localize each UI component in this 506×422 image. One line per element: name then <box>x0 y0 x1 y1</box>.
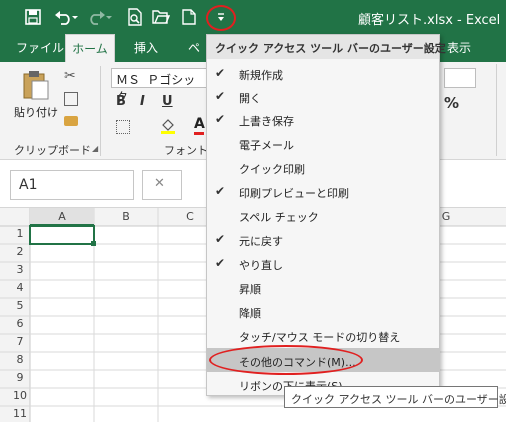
paste-icon[interactable] <box>22 70 50 100</box>
tab-file[interactable]: ファイル <box>16 39 64 56</box>
column-header-a[interactable]: A <box>30 210 94 226</box>
percent-button[interactable]: % <box>444 94 459 112</box>
underline-button[interactable]: U <box>162 94 173 109</box>
check-icon: ✔ <box>215 184 226 198</box>
undo-icon[interactable] <box>52 6 80 28</box>
row-header[interactable]: 1 <box>10 227 30 240</box>
italic-button[interactable]: I <box>140 94 145 109</box>
dialog-launcher-icon[interactable]: ◢ <box>92 144 98 153</box>
check-icon: ✔ <box>215 256 226 270</box>
menu-item-label: 昇順 <box>239 283 261 296</box>
row-header[interactable]: 7 <box>10 335 30 348</box>
menu-item-print-preview[interactable]: ✔ 印刷プレビューと印刷 <box>207 180 439 203</box>
check-icon: ✔ <box>215 112 226 126</box>
clipboard-group-label: クリップボード <box>14 144 91 157</box>
redo-icon[interactable] <box>86 6 114 28</box>
menu-item-sort-ascending[interactable]: 昇順 <box>207 276 439 299</box>
new-icon[interactable] <box>178 6 200 28</box>
menu-item-redo[interactable]: ✔ やり直し <box>207 252 439 275</box>
row-header[interactable]: 3 <box>10 263 30 276</box>
row-header[interactable]: 11 <box>10 407 30 420</box>
copy-icon[interactable] <box>64 92 78 106</box>
menu-item-label: 降順 <box>239 307 261 320</box>
menu-header: クイック アクセス ツール バーのユーザー設定 <box>207 35 446 59</box>
menu-item-label: 開く <box>239 92 261 105</box>
borders-icon[interactable] <box>116 120 130 134</box>
cancel-icon[interactable]: ✕ <box>154 176 165 191</box>
menu-item-label: 印刷プレビューと印刷 <box>239 187 349 200</box>
fill-color-icon[interactable] <box>160 118 176 134</box>
menu-item-touch-mode[interactable]: タッチ/マウス モードの切り替え <box>207 324 439 347</box>
group-divider <box>496 64 497 156</box>
menu-item-label: 元に戻す <box>239 235 283 248</box>
check-icon: ✔ <box>215 232 226 246</box>
group-divider <box>100 66 101 156</box>
menu-item-label: やり直し <box>239 259 283 272</box>
menu-item-quick-print[interactable]: クイック印刷 <box>207 156 439 179</box>
print-preview-icon[interactable] <box>124 6 146 28</box>
font-name-box[interactable]: ＭＳ Ｐゴシック <box>111 68 207 104</box>
row-header[interactable]: 6 <box>10 317 30 330</box>
menu-item-spell-check[interactable]: スペル チェック <box>207 204 439 227</box>
open-icon[interactable] <box>150 6 172 28</box>
tab-page-layout[interactable]: ペ <box>188 39 200 56</box>
title-bar: 顧客リスト.xlsx - Excel <box>0 0 506 34</box>
format-painter-icon[interactable] <box>64 116 78 126</box>
menu-item-open[interactable]: ✔ 開く <box>207 85 439 108</box>
menu-item-label: 上書き保存 <box>239 115 294 128</box>
font-color-swatch <box>194 132 204 135</box>
name-box[interactable]: A1 <box>10 170 134 200</box>
menu-item-label: スペル チェック <box>239 211 319 224</box>
annotation-oval <box>209 345 363 375</box>
row-header[interactable]: 2 <box>10 245 30 258</box>
menu-item-email[interactable]: 電子メール <box>207 132 439 155</box>
tab-insert[interactable]: 挿入 <box>134 39 158 56</box>
font-color-icon[interactable]: A <box>194 116 205 132</box>
document-title: 顧客リスト.xlsx - Excel <box>358 13 501 28</box>
annotation-oval <box>206 5 236 31</box>
tab-home[interactable]: ホーム <box>65 34 115 62</box>
menu-item-label: クイック印刷 <box>239 163 305 176</box>
row-header[interactable]: 8 <box>10 353 30 366</box>
tooltip: クイック アクセス ツール バーのユーザー設定 <box>284 386 506 408</box>
menu-item-new[interactable]: ✔ 新規作成 <box>207 62 439 85</box>
save-icon[interactable] <box>22 6 44 28</box>
number-format-box[interactable] <box>444 68 476 88</box>
check-icon: ✔ <box>215 89 226 103</box>
menu-item-undo[interactable]: ✔ 元に戻す <box>207 228 439 251</box>
paste-button[interactable]: 貼り付け <box>14 104 58 120</box>
cut-icon[interactable]: ✂ <box>64 68 76 84</box>
menu-item-label: タッチ/マウス モードの切り替え <box>239 331 401 344</box>
menu-item-save[interactable]: ✔ 上書き保存 <box>207 108 439 131</box>
row-header[interactable]: 10 <box>10 389 30 402</box>
row-header[interactable]: 9 <box>10 371 30 384</box>
row-header[interactable]: 5 <box>10 299 30 312</box>
menu-item-sort-descending[interactable]: 降順 <box>207 300 439 323</box>
bold-button[interactable]: B <box>116 94 126 109</box>
menu-item-label: 新規作成 <box>239 69 283 82</box>
row-header[interactable]: 4 <box>10 281 30 294</box>
font-group-label: フォント <box>164 144 208 157</box>
check-icon: ✔ <box>215 66 226 80</box>
tab-view[interactable]: 表示 <box>447 39 471 56</box>
menu-item-label: 電子メール <box>239 139 294 152</box>
column-header-b[interactable]: B <box>94 210 158 226</box>
